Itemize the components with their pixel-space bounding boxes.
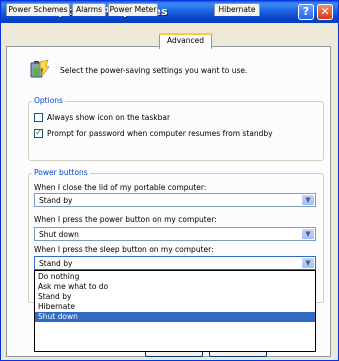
sleep-button-action-value: Stand by [39,259,73,268]
intro-text: Select the power-saving settings you wan… [60,66,248,75]
sleep-button-action-select[interactable]: Stand by ▼ [34,256,316,270]
prompt-password-label[interactable]: Prompt for password when computer resume… [47,129,273,138]
close-icon: ✕ [320,5,330,18]
tab-hibernate[interactable]: Hibernate [214,3,260,16]
close-button[interactable]: ✕ [317,4,333,20]
tab-power-meter[interactable]: Power Meter [108,3,158,16]
prompt-password-checkbox[interactable]: ✓ [34,128,43,138]
power-button-action-select[interactable]: Shut down ▼ [34,227,316,241]
chevron-down-icon[interactable]: ▼ [302,195,314,205]
power-button-action-label: When I press the power button on my comp… [34,215,217,224]
dropdown-option-stand-by[interactable]: Stand by [35,292,315,302]
help-icon: ? [302,5,310,18]
lid-action-select[interactable]: Stand by ▼ [34,193,316,207]
power-buttons-group-label: Power buttons [32,168,90,177]
always-show-icon-label[interactable]: Always show icon on the taskbar [47,113,170,122]
dropdown-option-shut-down[interactable]: Shut down [35,312,315,322]
power-button-action-value: Shut down [39,230,79,239]
chevron-down-icon[interactable]: ▼ [302,258,314,268]
battery-icon [30,59,50,78]
sleep-button-dropdown-list[interactable]: Do nothing Ask me what to do Stand by Hi… [34,270,316,352]
power-options-window: Power Options Properties ? ✕ Power Schem… [0,0,339,361]
tab-alarms[interactable]: Alarms [72,3,106,16]
options-group-label: Options [32,96,65,105]
always-show-icon-checkbox[interactable] [34,113,43,122]
tab-advanced[interactable]: Advanced [159,33,212,49]
chevron-down-icon[interactable]: ▼ [302,229,314,239]
help-button[interactable]: ? [298,4,314,20]
checkmark-icon: ✓ [35,128,43,138]
sleep-button-action-label: When I press the sleep button on my comp… [34,245,214,254]
dropdown-option-ask-me[interactable]: Ask me what to do [35,282,315,292]
lid-action-value: Stand by [39,196,73,205]
dropdown-option-hibernate[interactable]: Hibernate [35,302,315,312]
dropdown-option-do-nothing[interactable]: Do nothing [35,272,315,282]
tab-power-schemes[interactable]: Power Schemes [6,3,70,16]
lid-action-label: When I close the lid of my portable comp… [34,183,207,192]
